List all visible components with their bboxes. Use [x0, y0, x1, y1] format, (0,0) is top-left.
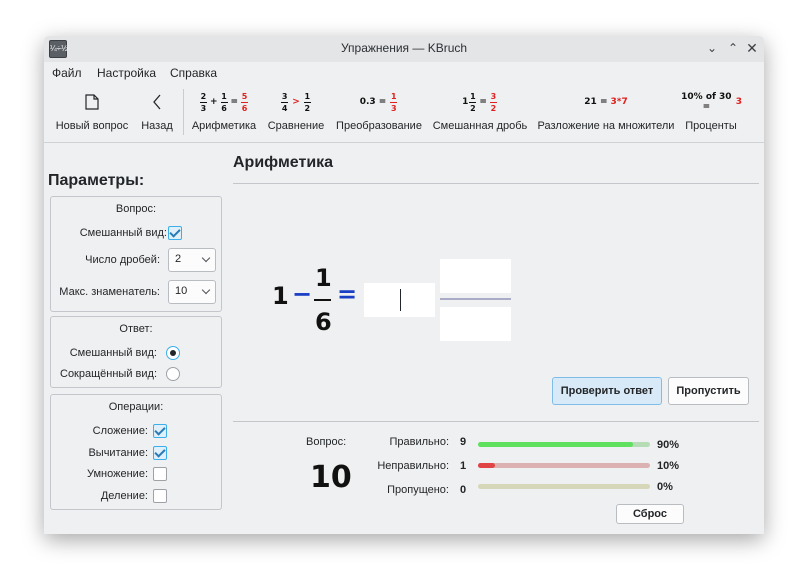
- back-label: Назад: [141, 120, 173, 132]
- menu-file[interactable]: Файл: [52, 66, 82, 80]
- percentage-label: Проценты: [685, 120, 737, 132]
- new-document-icon: [52, 91, 132, 113]
- reset-button[interactable]: Сброс: [616, 504, 684, 524]
- conversion-label: Преобразование: [336, 120, 422, 132]
- answer-reduced-label: Сокращённый вид:: [60, 368, 157, 380]
- arithmetic-label: Арифметика: [191, 120, 257, 132]
- operations-group: Операции: Сложение: Вычитание: Умножение…: [50, 394, 222, 510]
- factorization-button[interactable]: 21 = 3*7 Разложение на множители: [535, 84, 677, 142]
- correct-count: 9: [460, 436, 467, 448]
- operations-group-title: Операции:: [108, 401, 164, 413]
- question-number: 10: [310, 460, 352, 495]
- mixed-fraction-button[interactable]: 1 12 = 32 Смешанная дробь: [431, 84, 529, 142]
- maximize-icon[interactable]: ⌃: [725, 40, 741, 56]
- menu-help[interactable]: Справка: [170, 66, 217, 80]
- answer-numerator-input[interactable]: [440, 259, 511, 293]
- skipped-percent: 0%: [657, 481, 673, 493]
- correct-label: Правильно:: [389, 436, 449, 448]
- factorization-label: Разложение на множители: [537, 120, 675, 132]
- minimize-icon[interactable]: ⌄: [704, 40, 720, 56]
- task-numerator: 1: [315, 264, 332, 292]
- toolbar: Новый вопрос Назад 23 + 16 = 56 Арифмети…: [44, 84, 764, 143]
- task-fraction-bar: [314, 299, 331, 301]
- menu-bar: Файл Настройка Справка: [44, 62, 764, 84]
- max-denominator-select[interactable]: 10: [168, 280, 216, 304]
- mixed-form-label: Смешанный вид:: [79, 227, 167, 239]
- comparison-label: Сравнение: [267, 120, 325, 132]
- chevron-down-icon: [201, 253, 211, 263]
- fraction-count-select[interactable]: 2: [168, 248, 216, 272]
- text-cursor: [400, 289, 401, 311]
- percentage-icon: 10% of 30 = 3: [681, 92, 742, 112]
- close-icon[interactable]: ✕: [744, 40, 760, 56]
- conversion-icon: 0.3 = 13: [359, 91, 398, 113]
- subtraction-checkbox[interactable]: [153, 446, 167, 460]
- params-title: Параметры:: [48, 172, 145, 189]
- percentage-button[interactable]: 10% of 30 = 3 Проценты: [680, 84, 742, 142]
- comparison-icon: 34 > 12: [281, 91, 311, 113]
- title-bar[interactable]: ¼÷½ Упражнения — KBruch ⌄ ⌃ ✕: [44, 36, 764, 62]
- mixed-form-checkbox[interactable]: [168, 226, 182, 240]
- factorization-icon: 21 = 3*7: [584, 97, 628, 107]
- kbruch-window: ¼÷½ Упражнения — KBruch ⌄ ⌃ ✕ Файл Настр…: [44, 36, 764, 534]
- question-group: Вопрос: Смешанный вид: Число дробей: 2 М…: [50, 196, 222, 312]
- arithmetic-button[interactable]: 23 + 16 = 56 Арифметика: [190, 84, 258, 142]
- answer-mixed-label: Смешанный вид:: [69, 347, 157, 359]
- answer-mixed-radio[interactable]: [166, 346, 180, 360]
- answer-reduced-radio[interactable]: [166, 367, 180, 381]
- max-denominator-label: Макс. знаменатель:: [59, 286, 160, 298]
- skip-button[interactable]: Пропустить: [668, 377, 749, 405]
- correct-progress-fill: [478, 442, 633, 447]
- comparison-button[interactable]: 34 > 12 Сравнение: [264, 84, 328, 142]
- correct-progress-bar: [478, 442, 650, 447]
- division-label: Деление:: [100, 490, 148, 502]
- task-whole: 1: [272, 282, 289, 310]
- toolbar-separator: [183, 89, 184, 135]
- multiplication-label: Умножение:: [87, 468, 148, 480]
- addition-checkbox[interactable]: [153, 424, 167, 438]
- answer-group: Ответ: Смешанный вид: Сокращённый вид:: [50, 316, 222, 388]
- skipped-progress-bar: [478, 484, 650, 489]
- question-label: Вопрос:: [306, 436, 347, 448]
- title-divider: [233, 183, 759, 184]
- subtraction-label: Вычитание:: [88, 447, 148, 459]
- question-group-title: Вопрос:: [115, 203, 157, 215]
- answer-denominator-input[interactable]: [440, 307, 511, 341]
- answer-fraction-bar: [440, 298, 511, 300]
- task-title: Арифметика: [233, 154, 334, 171]
- wrong-progress-bar: [478, 463, 650, 468]
- menu-settings[interactable]: Настройка: [97, 66, 156, 80]
- mixed-fraction-label: Смешанная дробь: [432, 120, 528, 132]
- answer-group-title: Ответ:: [119, 323, 153, 335]
- multiplication-checkbox[interactable]: [153, 467, 167, 481]
- new-question-button[interactable]: Новый вопрос: [52, 84, 132, 142]
- task-denominator: 6: [315, 308, 332, 336]
- task-equals: =: [337, 280, 358, 308]
- new-question-label: Новый вопрос: [55, 120, 129, 132]
- mixed-fraction-icon: 1 12 = 32: [462, 91, 497, 113]
- addition-label: Сложение:: [92, 425, 148, 437]
- conversion-button[interactable]: 0.3 = 13 Преобразование: [333, 84, 425, 142]
- window-title: Упражнения — KBruch: [340, 41, 468, 55]
- answer-whole-input[interactable]: [364, 283, 435, 317]
- check-answer-button[interactable]: Проверить ответ: [552, 377, 662, 405]
- chevron-down-icon: [201, 285, 211, 295]
- skipped-label: Пропущено:: [387, 484, 449, 496]
- stats-divider: [233, 421, 759, 422]
- back-button[interactable]: Назад: [138, 84, 176, 142]
- skipped-count: 0: [460, 484, 467, 496]
- wrong-progress-fill: [478, 463, 496, 468]
- back-arrow-icon: [138, 91, 176, 113]
- wrong-label: Неправильно:: [377, 460, 449, 472]
- arithmetic-icon: 23 + 16 = 56: [199, 91, 249, 113]
- wrong-count: 1: [460, 460, 467, 472]
- task-operator: −: [292, 280, 313, 308]
- division-checkbox[interactable]: [153, 489, 167, 503]
- wrong-percent: 10%: [657, 460, 680, 472]
- correct-percent: 90%: [657, 439, 680, 451]
- fraction-count-label: Число дробей:: [85, 254, 160, 266]
